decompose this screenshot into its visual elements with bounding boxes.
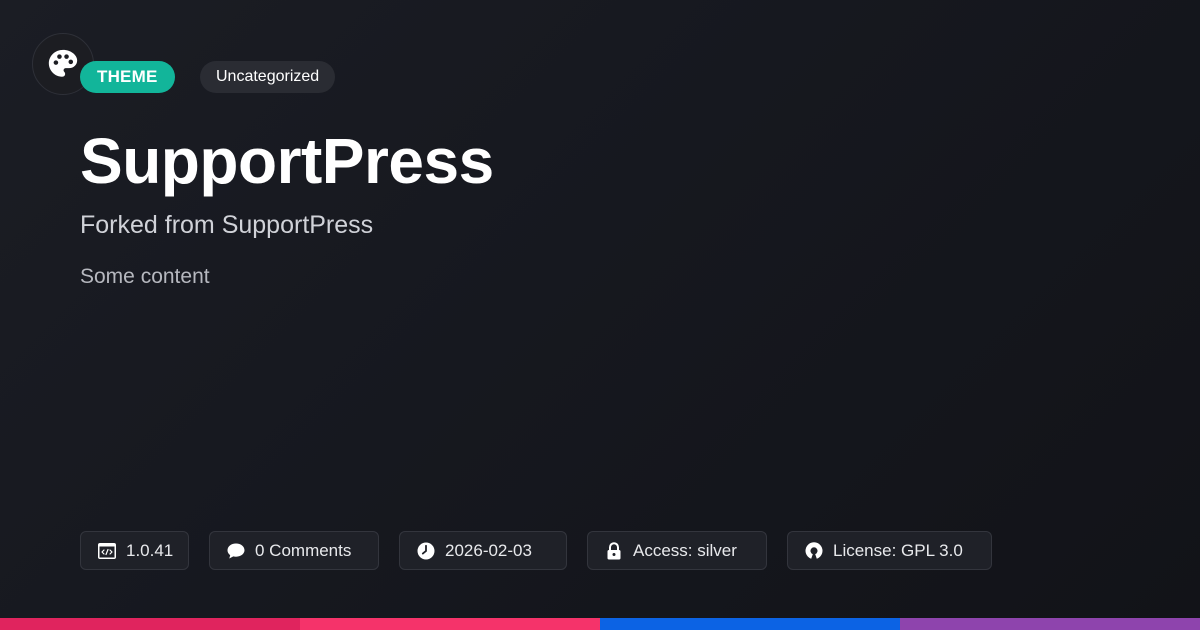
category-badge[interactable]: Uncategorized: [200, 61, 336, 93]
license-value: License: GPL 3.0: [833, 540, 963, 560]
palette-icon: [48, 49, 78, 77]
accent-segment: [0, 618, 300, 630]
lock-icon: [604, 541, 624, 561]
accent-color-bar: [0, 618, 1200, 630]
version-chip: 1.0.41: [80, 531, 189, 570]
access-chip: Access: silver: [587, 531, 767, 570]
open-source-icon: [804, 541, 824, 561]
comments-value: 0 Comments: [255, 540, 352, 560]
license-chip: License: GPL 3.0: [787, 531, 992, 570]
comments-chip[interactable]: 0 Comments: [209, 531, 379, 570]
code-window-icon: [97, 541, 117, 561]
page-title: SupportPress: [80, 125, 494, 197]
version-value: 1.0.41: [126, 540, 174, 560]
access-value: Access: silver: [633, 540, 737, 560]
clock-icon: [416, 541, 436, 561]
accent-segment: [600, 618, 900, 630]
speech-bubble-icon: [226, 541, 246, 561]
date-value: 2026-02-03: [445, 540, 532, 560]
accent-segment: [300, 618, 600, 630]
page-subtitle: Forked from SupportPress: [80, 211, 374, 239]
accent-segment: [900, 618, 1200, 630]
page-content: Some content: [80, 265, 210, 288]
theme-badge[interactable]: THEME: [80, 61, 175, 93]
date-chip: 2026-02-03: [399, 531, 567, 570]
